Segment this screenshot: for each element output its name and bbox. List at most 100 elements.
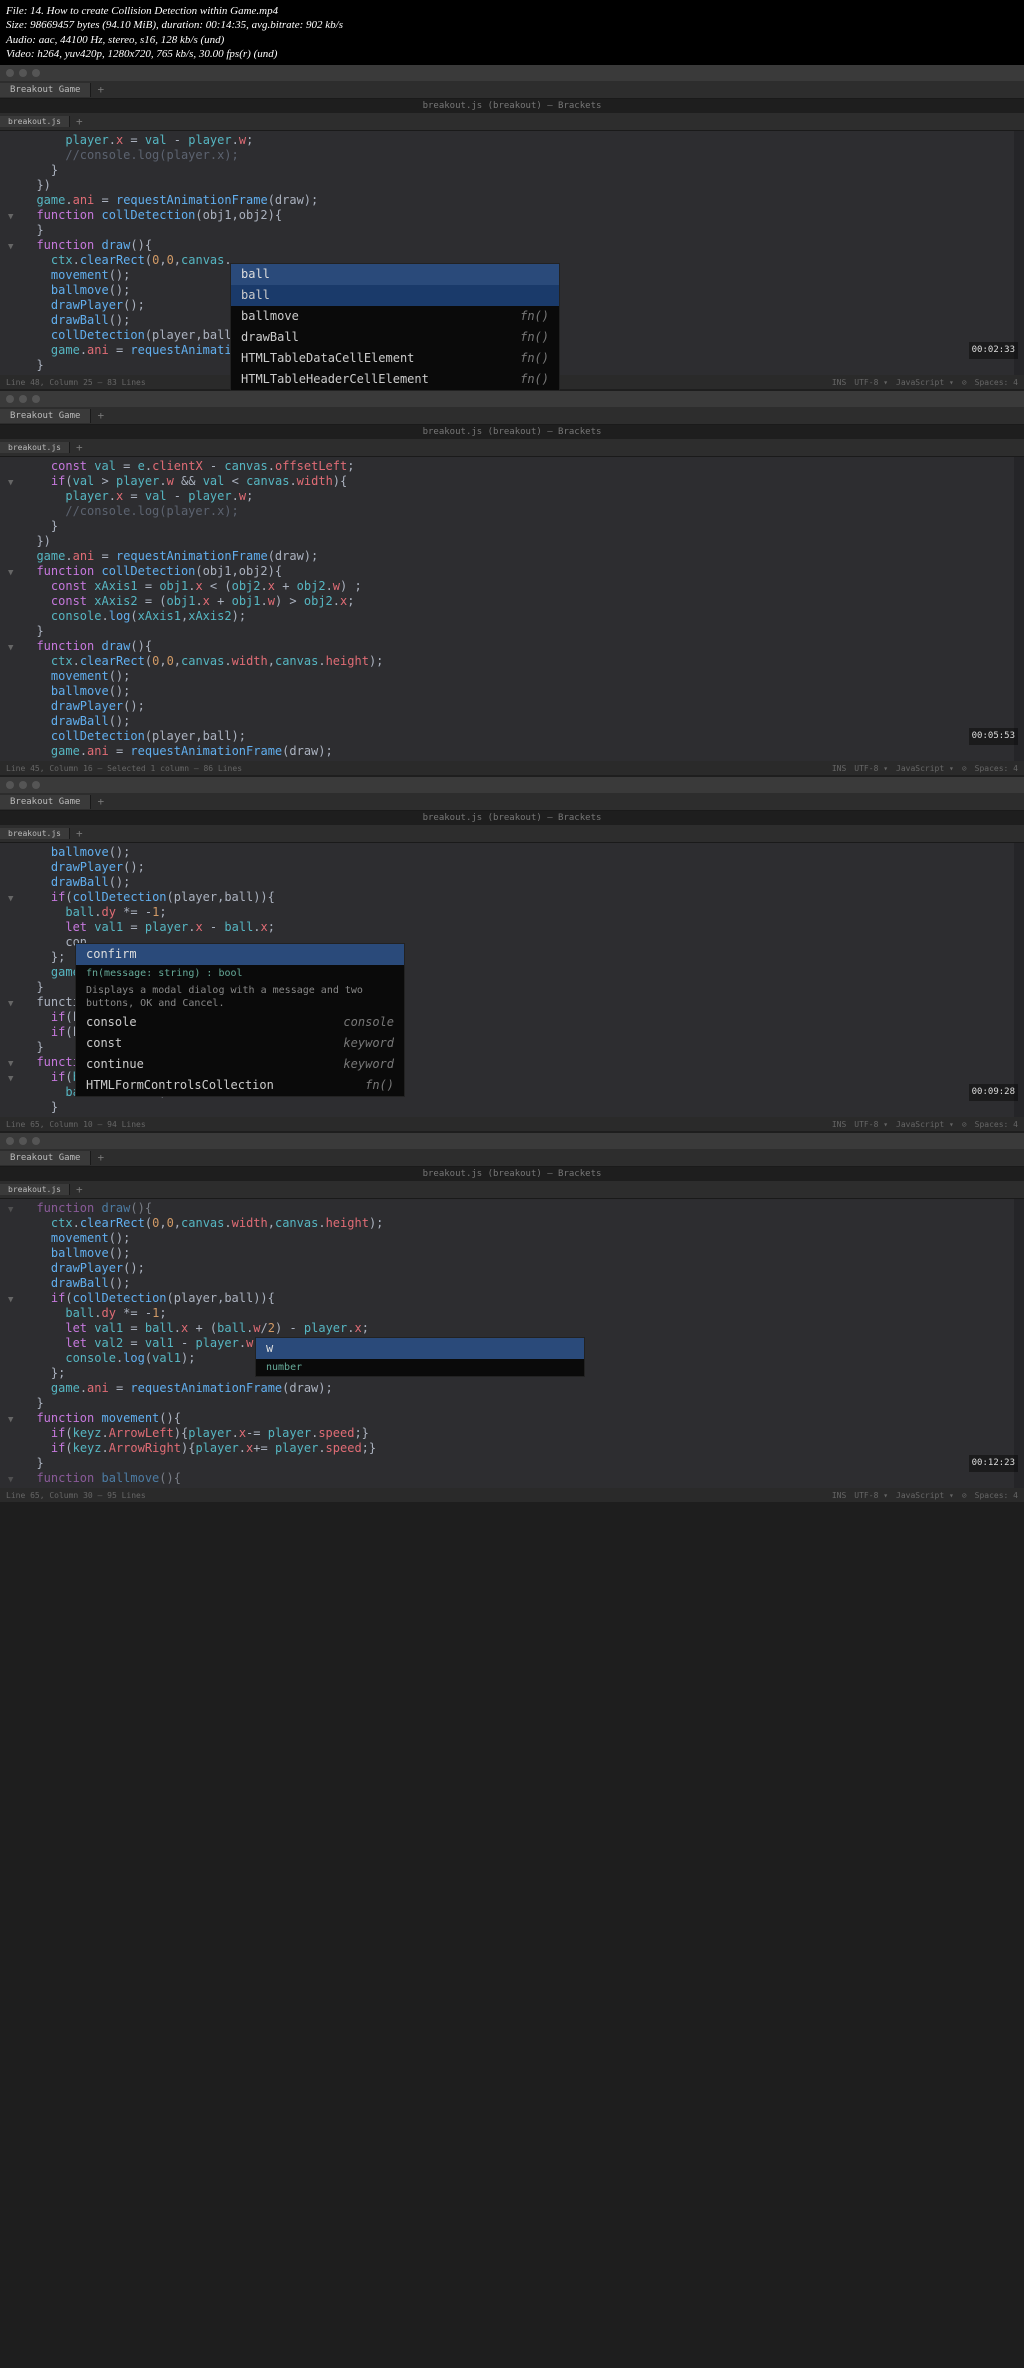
status-item[interactable]: Spaces: 4 (975, 1491, 1018, 1500)
status-item[interactable]: UTF-8 ▾ (854, 1491, 888, 1500)
fold-icon[interactable]: ▼ (8, 1057, 13, 1072)
new-tab-button[interactable]: + (70, 1183, 89, 1196)
code-line[interactable]: movement(); (22, 1231, 1024, 1246)
code-line[interactable]: game.ani = requestAnimationFrame(draw); (22, 1381, 1024, 1396)
status-item[interactable]: INS (832, 764, 846, 773)
code-line[interactable]: ball.dy *= -1; (22, 905, 1024, 920)
fold-icon[interactable]: ▼ (8, 1413, 13, 1428)
project-tab[interactable]: Breakout Game (0, 409, 91, 423)
status-item[interactable]: INS (832, 378, 846, 387)
maximize-icon[interactable] (32, 69, 40, 77)
code-editor[interactable]: player.x = val - player.w; //console.log… (0, 131, 1024, 375)
code-line[interactable]: player.x = val - player.w; (22, 133, 1024, 148)
file-tab[interactable]: breakout.js (0, 116, 70, 127)
project-tab[interactable]: Breakout Game (0, 795, 91, 809)
status-item[interactable]: JavaScript ▾ (896, 378, 954, 387)
fold-icon[interactable]: ▼ (8, 210, 13, 225)
fold-icon[interactable]: ▼ (8, 641, 13, 656)
fold-icon[interactable]: ▼ (8, 476, 13, 491)
code-line[interactable]: ▼ function ballmove(){ (22, 1471, 1024, 1486)
maximize-icon[interactable] (32, 781, 40, 789)
code-line[interactable]: game.ani = requestAnimationFrame(draw); (22, 193, 1024, 208)
code-line[interactable]: ballmove(); (22, 684, 1024, 699)
autocomplete-item[interactable]: HTMLFormControlsCollection fn() (76, 1075, 404, 1096)
close-icon[interactable] (6, 395, 14, 403)
code-line[interactable]: const xAxis1 = obj1.x < (obj2.x + obj2.w… (22, 579, 1024, 594)
new-tab-button[interactable]: + (70, 441, 89, 454)
autocomplete-item[interactable]: ballmove fn() (231, 306, 559, 327)
status-item[interactable]: ⊘ (962, 1120, 967, 1129)
code-line[interactable]: drawBall(); (22, 714, 1024, 729)
code-line[interactable]: ▼ function draw(){ (22, 1201, 1024, 1216)
status-item[interactable]: Spaces: 4 (975, 1120, 1018, 1129)
fold-icon[interactable]: ▼ (8, 566, 13, 581)
code-line[interactable]: drawBall(); (22, 875, 1024, 890)
code-line[interactable]: drawPlayer(); (22, 1261, 1024, 1276)
project-tab[interactable]: Breakout Game (0, 83, 91, 97)
status-item[interactable]: JavaScript ▾ (896, 764, 954, 773)
code-line[interactable]: if(keyz.ArrowRight){player.x+= player.sp… (22, 1441, 1024, 1456)
close-icon[interactable] (6, 781, 14, 789)
file-tab[interactable]: breakout.js (0, 1184, 70, 1195)
code-line[interactable]: console.log(xAxis1,xAxis2); (22, 609, 1024, 624)
autocomplete-popup[interactable]: confirmfn(message: string) : boolDisplay… (75, 943, 405, 1097)
code-line[interactable]: //console.log(player.x); (22, 148, 1024, 163)
code-line[interactable]: player.x = val - player.w; (22, 489, 1024, 504)
minimize-icon[interactable] (19, 781, 27, 789)
code-line[interactable]: ball.dy *= -1; (22, 1306, 1024, 1321)
code-line[interactable]: movement(); (22, 669, 1024, 684)
new-tab-button[interactable]: + (70, 115, 89, 128)
code-line[interactable]: ▼ if(val > player.w && val < canvas.widt… (22, 474, 1024, 489)
new-tab-button[interactable]: + (91, 83, 110, 96)
minimize-icon[interactable] (19, 1137, 27, 1145)
file-tab[interactable]: breakout.js (0, 828, 70, 839)
code-line[interactable]: }) (22, 534, 1024, 549)
close-icon[interactable] (6, 69, 14, 77)
code-line[interactable]: drawBall(); (22, 1276, 1024, 1291)
fold-icon[interactable]: ▼ (8, 1072, 13, 1087)
code-line[interactable]: ▼ if(collDetection(player,ball)){ (22, 1291, 1024, 1306)
status-item[interactable]: UTF-8 ▾ (854, 764, 888, 773)
code-line[interactable]: ctx.clearRect(0,0,canvas.width,canvas.he… (22, 654, 1024, 669)
status-item[interactable]: JavaScript ▾ (896, 1120, 954, 1129)
status-item[interactable]: UTF-8 ▾ (854, 378, 888, 387)
code-line[interactable]: if(keyz.ArrowLeft){player.x-= player.spe… (22, 1426, 1024, 1441)
status-item[interactable]: INS (832, 1491, 846, 1500)
status-item[interactable]: INS (832, 1120, 846, 1129)
code-line[interactable]: let val1 = player.x - ball.x; (22, 920, 1024, 935)
code-line[interactable]: ▼ function movement(){ (22, 1411, 1024, 1426)
scrollbar[interactable] (1014, 457, 1024, 761)
code-line[interactable]: } (22, 163, 1024, 178)
status-item[interactable]: JavaScript ▾ (896, 1491, 954, 1500)
fold-icon[interactable]: ▼ (8, 240, 13, 255)
minimize-icon[interactable] (19, 69, 27, 77)
code-line[interactable]: game.ani = requestAnimationFrame(draw); (22, 744, 1024, 759)
fold-icon[interactable]: ▼ (8, 997, 13, 1012)
autocomplete-item[interactable]: drawBall fn() (231, 327, 559, 348)
code-line[interactable]: ballmove(); (22, 1246, 1024, 1261)
code-line[interactable]: } (22, 223, 1024, 238)
code-line[interactable]: collDetection(player,ball); (22, 729, 1024, 744)
code-line[interactable]: const xAxis2 = (obj1.x + obj1.w) > obj2.… (22, 594, 1024, 609)
close-icon[interactable] (6, 1137, 14, 1145)
code-line[interactable]: ballmove(); (22, 845, 1024, 860)
autocomplete-popup[interactable]: wnumber (255, 1337, 585, 1377)
fold-icon[interactable]: ▼ (8, 1203, 13, 1218)
minimize-icon[interactable] (19, 395, 27, 403)
file-tab[interactable]: breakout.js (0, 442, 70, 453)
code-editor[interactable]: ballmove(); drawPlayer(); drawBall();▼ i… (0, 843, 1024, 1117)
new-tab-button[interactable]: + (91, 409, 110, 422)
fold-icon[interactable]: ▼ (8, 1473, 13, 1488)
status-item[interactable]: UTF-8 ▾ (854, 1120, 888, 1129)
code-line[interactable]: ▼ function draw(){ (22, 238, 1024, 253)
new-tab-button[interactable]: + (70, 827, 89, 840)
maximize-icon[interactable] (32, 1137, 40, 1145)
fold-icon[interactable]: ▼ (8, 1293, 13, 1308)
code-line[interactable]: } (22, 624, 1024, 639)
code-line[interactable]: } (22, 1396, 1024, 1411)
code-line[interactable]: ▼ function collDetection(obj1,obj2){ (22, 564, 1024, 579)
autocomplete-popup[interactable]: ball ball ballmove fn() drawBall fn() HT… (230, 263, 560, 391)
autocomplete-item[interactable]: const keyword (76, 1033, 404, 1054)
code-line[interactable]: const val = e.clientX - canvas.offsetLef… (22, 459, 1024, 474)
autocomplete-item[interactable]: HTMLTableDataCellElement fn() (231, 348, 559, 369)
